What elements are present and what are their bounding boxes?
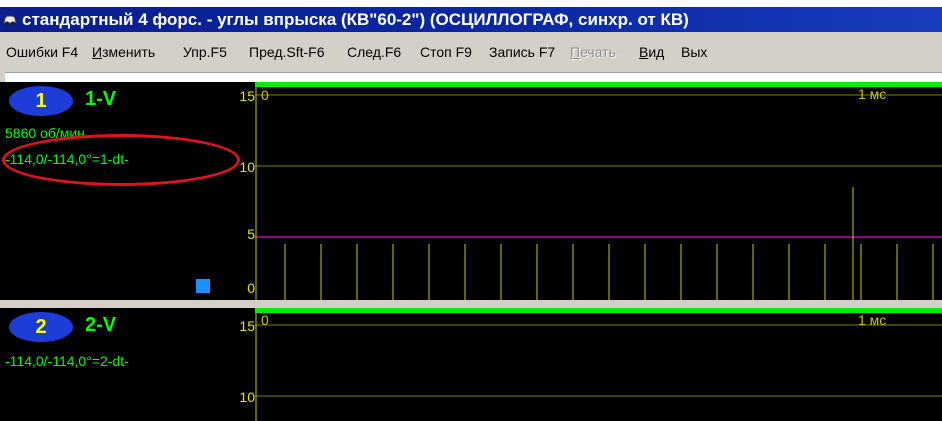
menu-errors[interactable]: Ошибки F4 bbox=[6, 43, 78, 61]
channel-2-name: 2-V bbox=[85, 314, 117, 336]
menu-bar: Ошибки F4 Изменить Упр.F5 Пред.Sft-F6 Сл… bbox=[0, 32, 942, 73]
channel-2-angles: -114,0/-114,0°=2-dt- bbox=[5, 353, 129, 369]
channel-1-zero-label: 0 bbox=[261, 87, 269, 103]
channel-1-waveform bbox=[255, 82, 942, 300]
channel-2-panel[interactable]: 2 2-V -114,0/-114,0°=2-dt- 15 10 0 1 мс bbox=[0, 308, 942, 421]
menu-print: Печать bbox=[570, 44, 616, 60]
channel-2-ytick-15: 15 bbox=[239, 318, 255, 334]
channel-1-time-label: 1 мс bbox=[858, 86, 887, 102]
channel-2-time-label: 1 мс bbox=[858, 312, 887, 328]
oscilloscope-window: стандартный 4 форс. - углы впрыска (КВ"6… bbox=[0, 0, 942, 421]
menu-edit[interactable]: Изменить bbox=[92, 43, 155, 61]
car-icon bbox=[3, 15, 17, 26]
channel-1-ytick-15: 15 bbox=[239, 88, 255, 104]
channel-1-name: 1-V bbox=[85, 88, 117, 110]
channel-1-marker[interactable] bbox=[196, 279, 210, 293]
menu-next[interactable]: След.F6 bbox=[347, 43, 401, 61]
menu-control[interactable]: Упр.F5 bbox=[183, 43, 227, 61]
channel-1-panel[interactable]: 1 1-V 5860 об/мин -114,0/-114,0°=1-dt- 1… bbox=[0, 82, 942, 300]
channel-2-ytick-10: 10 bbox=[239, 389, 255, 405]
channel-1-top-bar bbox=[255, 82, 942, 87]
channel-1-pulses bbox=[284, 244, 934, 300]
channel-1-info: 1 1-V 5860 об/мин -114,0/-114,0°=1-dt- 1… bbox=[5, 82, 255, 300]
channel-1-ytick-0: 0 bbox=[247, 280, 255, 296]
channel-2-number-badge[interactable]: 2 bbox=[9, 312, 73, 342]
channel-2-waveform bbox=[255, 308, 942, 421]
highlight-ellipse bbox=[2, 134, 240, 186]
window-title: стандартный 4 форс. - углы впрыска (КВ"6… bbox=[22, 10, 689, 29]
menu-stop[interactable]: Стоп F9 bbox=[420, 43, 472, 61]
title-bar[interactable]: стандартный 4 форс. - углы впрыска (КВ"6… bbox=[0, 7, 942, 32]
channel-2-info: 2 2-V -114,0/-114,0°=2-dt- 15 10 bbox=[5, 308, 255, 421]
channel-1-ytick-5: 5 bbox=[247, 226, 255, 242]
menu-record[interactable]: Запись F7 bbox=[489, 43, 555, 61]
channel-2-zero-label: 0 bbox=[261, 312, 269, 328]
channel-1-plot[interactable]: 0 1 мс bbox=[255, 82, 942, 300]
channel-2-top-bar bbox=[255, 308, 942, 313]
channel-separator[interactable] bbox=[0, 300, 942, 308]
channel-1-number-badge[interactable]: 1 bbox=[9, 86, 73, 116]
menu-previous[interactable]: Пред.Sft-F6 bbox=[249, 43, 325, 61]
menu-exit[interactable]: Вых bbox=[681, 43, 707, 61]
menu-view[interactable]: Вид bbox=[639, 43, 664, 61]
channel-2-plot[interactable]: 0 1 мс bbox=[255, 308, 942, 421]
